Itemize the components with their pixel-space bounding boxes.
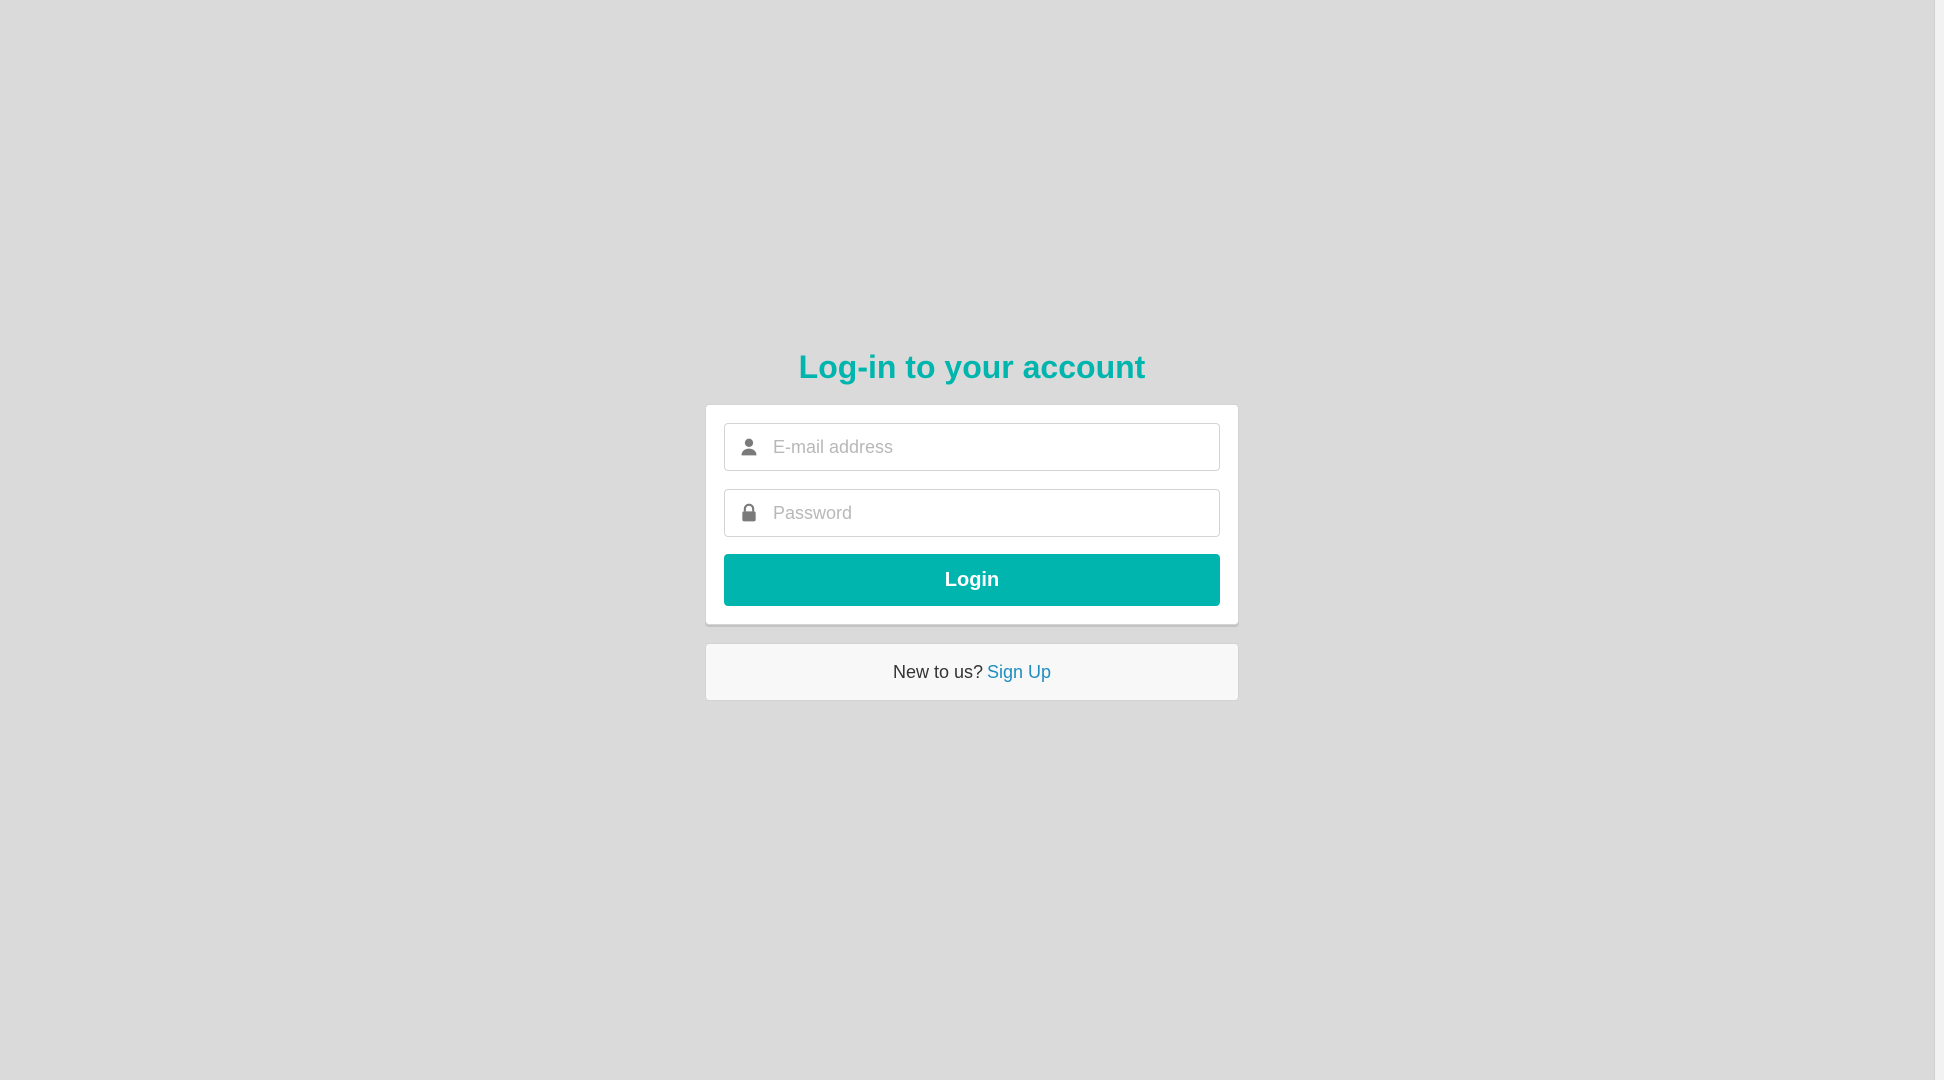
signup-link[interactable]: Sign Up [987,662,1051,683]
login-form-card: Login [705,404,1239,625]
user-icon [739,437,759,457]
signup-panel: New to us? Sign Up [705,643,1239,701]
email-field [724,423,1220,471]
signup-prompt: New to us? [892,661,983,682]
password-input[interactable] [773,490,1209,536]
login-button[interactable]: Login [724,554,1220,606]
login-container: Log-in to your account Login New to u [705,340,1239,701]
vertical-scrollbar[interactable] [1934,0,1944,1080]
lock-icon [739,503,759,523]
email-input[interactable] [773,424,1209,470]
page-title: Log-in to your account [798,349,1146,385]
password-field [724,489,1220,537]
